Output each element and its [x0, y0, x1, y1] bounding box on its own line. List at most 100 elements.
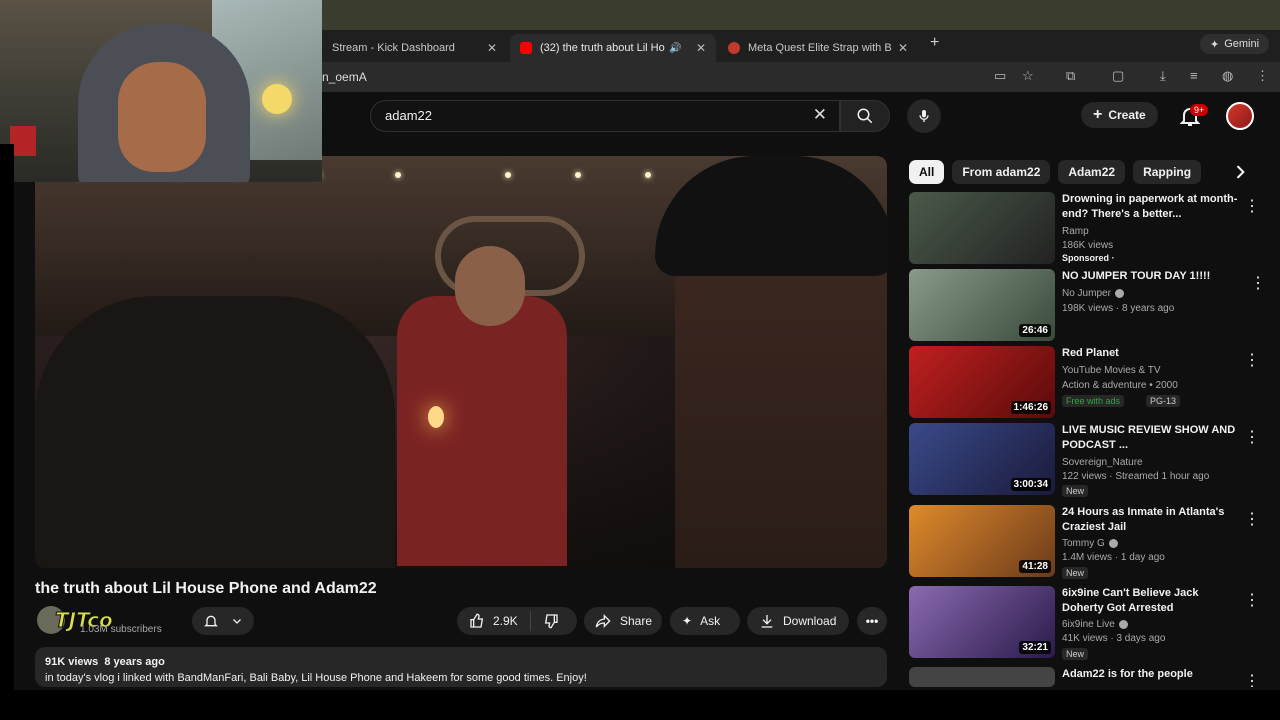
thumbs-up-icon — [470, 613, 484, 628]
webcam-lamp — [262, 84, 292, 114]
tab-favicon-icon — [728, 42, 740, 54]
channel-name: No Jumper — [1062, 288, 1111, 299]
extensions-icon[interactable]: ⧉ — [1066, 68, 1075, 84]
new-badge: New — [1062, 485, 1089, 497]
search-value: adam22 — [385, 108, 432, 123]
gemini-label: Gemini — [1224, 38, 1260, 50]
sparkle-icon: ✦ — [1210, 38, 1220, 51]
create-button[interactable]: + Create — [1081, 102, 1158, 128]
video-person-red-shirt — [397, 296, 567, 566]
search-input[interactable]: adam22 ✕ — [370, 100, 840, 132]
more-horizontal-icon: ••• — [865, 614, 879, 628]
video-player[interactable] — [35, 156, 887, 568]
more-vertical-icon[interactable]: ⋮ — [1244, 590, 1260, 609]
more-vertical-icon[interactable]: ⋮ — [1244, 671, 1259, 687]
rec-channel: Tommy G — [1062, 538, 1118, 549]
rec-title: LIVE MUSIC REVIEW SHOW AND PODCAST ... — [1062, 424, 1236, 451]
duration-badge: 1:46:26 — [1010, 401, 1051, 414]
rec-title: 24 Hours as Inmate in Atlanta's Craziest… — [1062, 506, 1225, 533]
rec-meta: 122 views · Streamed 1 hour ago — [1062, 471, 1210, 482]
close-icon[interactable]: ✕ — [898, 41, 908, 55]
chip-all[interactable]: All — [909, 160, 945, 184]
clear-icon[interactable]: ✕ — [813, 105, 827, 125]
plus-icon: + — [1093, 106, 1103, 123]
more-vertical-icon[interactable]: ⋮ — [1244, 509, 1260, 528]
share-button[interactable]: Share — [584, 607, 662, 635]
filter-chips: All From adam22 Adam22 Rapping — [909, 160, 1202, 184]
rec-meta: 1.4M views · 1 day ago — [1062, 552, 1165, 563]
view-count: 91K views — [45, 656, 99, 668]
close-icon[interactable]: ✕ — [696, 41, 706, 55]
thumbnail[interactable]: 26:46 — [909, 269, 1055, 341]
more-actions-button[interactable]: ••• — [857, 607, 887, 635]
menu-icon[interactable]: ⋮ — [1256, 68, 1269, 84]
sidepanel-icon[interactable]: ▢ — [1112, 68, 1124, 84]
download-button[interactable]: Download — [747, 607, 849, 635]
create-label: Create — [1108, 108, 1146, 122]
cast-icon[interactable]: ▭ — [994, 68, 1006, 84]
new-tab-icon[interactable]: + — [930, 34, 939, 52]
download-icon[interactable]: ⤓ — [1160, 68, 1166, 84]
more-vertical-icon[interactable]: ⋮ — [1244, 196, 1260, 215]
thumbnail[interactable] — [909, 667, 1055, 687]
thumbnail[interactable]: 32:21 — [909, 586, 1055, 658]
thumbnail[interactable]: 41:28 — [909, 505, 1055, 577]
profile-icon[interactable]: ◍ — [1222, 68, 1233, 84]
rec-title: NO JUMPER TOUR DAY 1!!!! — [1062, 270, 1211, 282]
search-button[interactable] — [840, 100, 890, 132]
description-text: in today's vlog i linked with BandManFar… — [45, 672, 587, 684]
sponsored-label: Sponsored · — [1062, 253, 1115, 263]
more-vertical-icon[interactable]: ⋮ — [1250, 273, 1266, 292]
chip-rapping[interactable]: Rapping — [1133, 160, 1202, 184]
tab-kick[interactable]: Stream - Kick Dashboard ✕ — [322, 34, 507, 62]
duration-badge: 26:46 — [1019, 324, 1051, 337]
list-item[interactable]: 32:21 6ix9ine Can't Believe Jack Doherty… — [909, 586, 1260, 660]
dislike-button[interactable] — [531, 613, 571, 629]
chevron-right-icon[interactable] — [1230, 162, 1250, 182]
ask-label: Ask — [700, 614, 721, 628]
ask-button[interactable]: ✦ Ask — [670, 607, 740, 635]
avatar[interactable] — [1226, 102, 1254, 130]
duration-badge: 41:28 — [1019, 560, 1051, 573]
subscription-bell-button[interactable] — [192, 607, 254, 635]
more-vertical-icon[interactable]: ⋮ — [1244, 427, 1260, 446]
screen: { "browser": { "tabs": [ {"title": "Stre… — [0, 0, 1280, 720]
rec-meta: Action & adventure • 2000 — [1062, 380, 1178, 391]
bookmark-star-icon[interactable]: ☆ — [1022, 68, 1034, 84]
list-item[interactable]: 1:46:26 Red Planet YouTube Movies & TV A… — [909, 346, 1260, 418]
list-item[interactable]: Drowning in paperwork at month-end? Ther… — [909, 192, 1260, 264]
thumbnail[interactable]: 1:46:26 — [909, 346, 1055, 418]
search-icon — [857, 108, 873, 124]
download-label: Download — [783, 614, 837, 628]
list-item[interactable]: 26:46 NO JUMPER TOUR DAY 1!!!! No Jumper… — [909, 269, 1266, 341]
free-with-ads-badge: Free with ads — [1062, 395, 1125, 407]
lighter-flame — [428, 406, 444, 428]
tab-meta-quest[interactable]: Meta Quest Elite Strap with B ✕ — [718, 34, 918, 62]
new-badge: New — [1062, 648, 1089, 660]
verified-icon — [1118, 619, 1128, 629]
list-item[interactable]: Adam22 is for the people ⋮ — [909, 667, 1259, 687]
tab-youtube[interactable]: (32) the truth about Lil House Phone 🔊 ✕ — [510, 34, 716, 62]
media-icon[interactable]: ≡ — [1190, 68, 1198, 83]
chip-adam22[interactable]: Adam22 — [1058, 160, 1126, 184]
description-box[interactable]: 91K views 8 years ago in today's vlog i … — [35, 647, 887, 687]
rec-channel: No Jumper — [1062, 288, 1124, 299]
duration-badge: 32:21 — [1019, 641, 1051, 654]
list-item[interactable]: 41:28 24 Hours as Inmate in Atlanta's Cr… — [909, 505, 1260, 579]
speaker-icon[interactable]: 🔊 — [669, 43, 681, 54]
thumbnail[interactable] — [909, 192, 1055, 264]
rec-channel: YouTube Movies & TV — [1062, 365, 1161, 376]
close-icon[interactable]: ✕ — [487, 41, 497, 55]
like-button[interactable]: 2.9K — [457, 611, 531, 631]
subscriber-count: 1.03M subscribers — [80, 624, 162, 635]
gemini-button[interactable]: ✦ Gemini — [1200, 34, 1270, 54]
voice-search-button[interactable] — [907, 99, 941, 133]
thumbnail[interactable]: 3:00:34 — [909, 423, 1055, 495]
rec-title: Red Planet — [1062, 347, 1119, 359]
rec-channel: Ramp — [1062, 226, 1089, 237]
new-badge: New — [1062, 567, 1089, 579]
more-vertical-icon[interactable]: ⋮ — [1244, 350, 1260, 369]
chip-from-adam22[interactable]: From adam22 — [952, 160, 1051, 184]
upload-age: 8 years ago — [104, 656, 165, 668]
list-item[interactable]: 3:00:34 LIVE MUSIC REVIEW SHOW AND PODCA… — [909, 423, 1260, 497]
